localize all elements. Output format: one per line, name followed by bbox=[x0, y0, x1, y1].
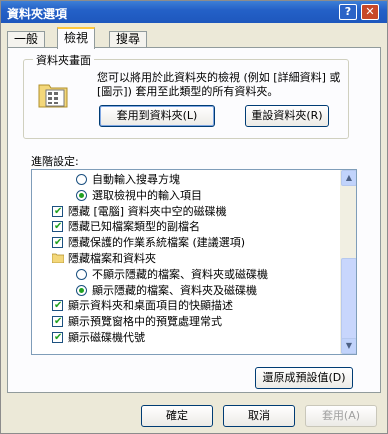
tab-view[interactable]: 檢視 bbox=[57, 27, 96, 49]
list-item-label: 顯示預覽窗格中的預覽處理常式 bbox=[68, 315, 222, 329]
list-item[interactable]: 自動輸入搜尋方塊 bbox=[32, 172, 338, 188]
list-item-label: 顯示隱藏的檔案、資料夾及磁碟機 bbox=[92, 283, 257, 297]
advanced-settings-label: 進階設定: bbox=[31, 155, 79, 168]
checkbox[interactable]: ✔ bbox=[52, 205, 63, 217]
restore-defaults-button[interactable]: 還原成預設值(D) bbox=[255, 367, 353, 389]
scroll-thumb[interactable] bbox=[341, 258, 356, 344]
title-bar[interactable]: 資料夾選項 ? ✕ bbox=[1, 1, 387, 23]
apply-button[interactable]: 套用(A) bbox=[305, 405, 377, 427]
radio-button[interactable] bbox=[76, 189, 87, 201]
list-item[interactable]: ✔ 隱藏 [電腦] 資料夾中空的磁碟機 bbox=[32, 204, 338, 220]
list-item[interactable]: 隱藏檔案和資料夾 bbox=[32, 251, 338, 267]
list-item-label: 隱藏已知檔案類型的副檔名 bbox=[68, 220, 200, 234]
advanced-settings-list[interactable]: 自動輸入搜尋方塊選取檢視中的輸入項目 ✔ 隱藏 [電腦] 資料夾中空的磁碟機 ✔ 隱藏已… bbox=[31, 169, 357, 355]
list-item-label: 自動輸入搜尋方塊 bbox=[92, 173, 180, 186]
folder-view-icon bbox=[38, 84, 68, 108]
tab-general[interactable]: 一般 bbox=[7, 31, 46, 48]
radio-button[interactable] bbox=[76, 268, 87, 280]
list-item-label: 不顯示隱藏的檔案、資料夾或磁碟機 bbox=[92, 267, 268, 281]
list-item[interactable]: 選取檢視中的輸入項目 bbox=[32, 188, 338, 204]
folder-icon bbox=[52, 253, 64, 263]
checkbox[interactable]: ✔ bbox=[52, 221, 63, 233]
list-item-label: 顯示磁碟機代號 bbox=[68, 331, 145, 344]
list-item-label: 隱藏保護的作業系統檔案 (建議選項) bbox=[68, 236, 246, 250]
scroll-up-icon[interactable]: ▲ bbox=[341, 170, 356, 186]
vertical-scrollbar[interactable]: ▲ ▼ bbox=[340, 170, 356, 354]
list-item[interactable]: ✔ 顯示磁碟機代號 bbox=[32, 330, 338, 346]
list-item-label: 顯示資料夾和桌面項目的快顯描述 bbox=[68, 299, 233, 313]
scroll-down-icon[interactable]: ▼ bbox=[341, 338, 356, 354]
list-item-label: 隱藏檔案和資料夾 bbox=[68, 252, 156, 265]
folder-options-dialog: 資料夾選項 ? ✕ 一般 檢視 搜尋 資料夾畫面 您可以將用於此資料夾的檢視 (… bbox=[0, 0, 388, 434]
list-item[interactable]: ✔ 顯示資料夾和桌面項目的快顯描述 bbox=[32, 298, 338, 314]
reset-folders-button[interactable]: 重設資料夾(R) bbox=[245, 105, 329, 127]
close-icon[interactable]: ✕ bbox=[361, 4, 379, 20]
checkbox[interactable]: ✔ bbox=[52, 332, 63, 343]
folder-views-description: 您可以將用於此資料夾的檢視 (例如 [詳細資料] 或 [圖示]) 套用至此類型的… bbox=[97, 71, 341, 98]
radio-button[interactable] bbox=[76, 284, 87, 296]
tab-search[interactable]: 搜尋 bbox=[109, 31, 148, 48]
list-item-label: 選取檢視中的輸入項目 bbox=[92, 188, 202, 202]
list-item-label: 隱藏 [電腦] 資料夾中空的磁碟機 bbox=[68, 204, 227, 218]
help-icon[interactable]: ? bbox=[339, 4, 357, 20]
list-item[interactable]: ✔ 隱藏保護的作業系統檔案 (建議選項) bbox=[32, 235, 338, 251]
list-item[interactable]: 顯示隱藏的檔案、資料夾及磁碟機 bbox=[32, 283, 338, 299]
ok-button[interactable]: 確定 bbox=[141, 405, 213, 427]
list-item[interactable]: 不顯示隱藏的檔案、資料夾或磁碟機 bbox=[32, 267, 338, 283]
folder-views-title: 資料夾畫面 bbox=[33, 52, 94, 68]
apply-to-folders-button[interactable]: 套用到資料夾(L) bbox=[99, 105, 215, 127]
cancel-button[interactable]: 取消 bbox=[223, 405, 295, 427]
checkbox[interactable]: ✔ bbox=[52, 300, 63, 312]
radio-button[interactable] bbox=[76, 174, 87, 185]
window-title: 資料夾選項 bbox=[7, 7, 68, 21]
checkbox[interactable]: ✔ bbox=[52, 316, 63, 328]
list-item[interactable]: ✔ 隱藏已知檔案類型的副檔名 bbox=[32, 219, 338, 235]
list-item[interactable]: ✔ 顯示預覽窗格中的預覽處理常式 bbox=[32, 314, 338, 330]
checkbox[interactable]: ✔ bbox=[52, 237, 63, 249]
